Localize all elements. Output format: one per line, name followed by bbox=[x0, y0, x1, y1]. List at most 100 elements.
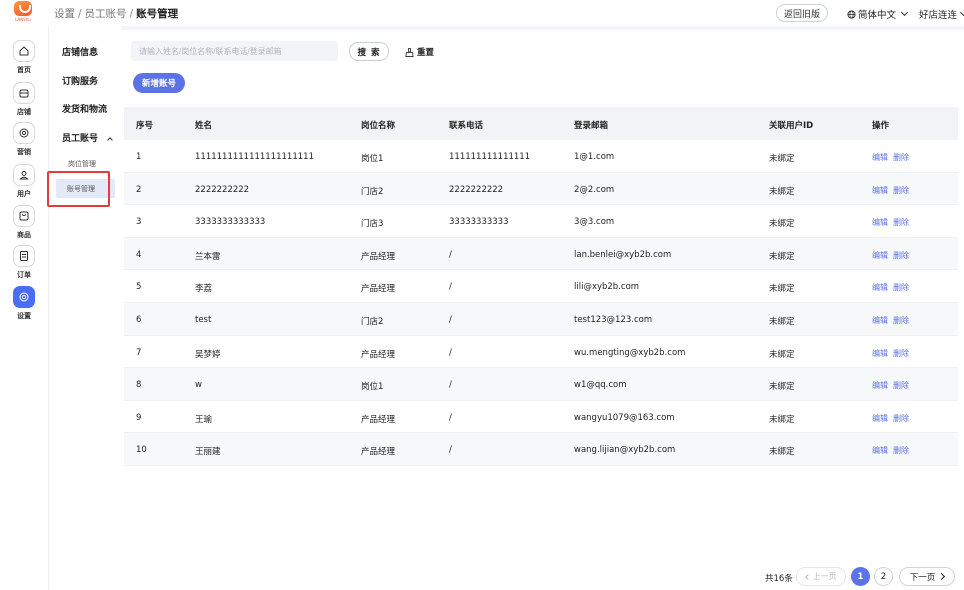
edit-link[interactable]: 编辑 bbox=[872, 446, 888, 455]
delete-link[interactable]: 删除 bbox=[893, 349, 909, 358]
edit-link[interactable]: 编辑 bbox=[872, 153, 888, 162]
menu-position-mgmt[interactable]: 岗位管理 bbox=[68, 159, 96, 169]
breadcrumb: 设置 / 员工账号 / 账号管理 bbox=[54, 6, 178, 21]
cell-user-id: 未绑定 bbox=[769, 349, 795, 360]
pagination-prev-label: 上一页 bbox=[812, 572, 837, 581]
reset-label: 重置 bbox=[417, 48, 435, 58]
cell-phone: 33333333333 bbox=[449, 217, 509, 228]
cell-user-id: 未绑定 bbox=[769, 154, 795, 164]
cell-name: test bbox=[195, 314, 212, 325]
edit-link[interactable]: 编辑 bbox=[872, 218, 888, 227]
language-selector[interactable]: 简体中文 bbox=[847, 7, 909, 21]
edit-link[interactable]: 编辑 bbox=[872, 251, 888, 260]
table-header: 序号 姓名 岗位名称 联系电话 登录邮箱 关联用户ID 操作 bbox=[124, 107, 958, 140]
edit-link[interactable]: 编辑 bbox=[872, 186, 888, 195]
header-email: 登录邮箱 bbox=[574, 121, 609, 131]
add-account-button[interactable]: 新增账号 bbox=[133, 73, 185, 93]
cell-phone: / bbox=[449, 445, 452, 456]
menu-shipping[interactable]: 发货和物流 bbox=[62, 102, 107, 115]
globe-icon bbox=[847, 9, 856, 19]
order-icon bbox=[13, 245, 35, 267]
nav-marketing[interactable]: 营销 bbox=[0, 122, 48, 157]
cell-actions: 编辑 删除 bbox=[872, 315, 914, 326]
table-row: 1 1111111111111111111111 岗位1 11111111111111… bbox=[124, 140, 958, 173]
cell-position: 产品经理 bbox=[361, 447, 396, 458]
edit-link[interactable]: 编辑 bbox=[872, 414, 888, 423]
delete-link[interactable]: 删除 bbox=[893, 381, 909, 390]
cell-email: 1@1.com bbox=[574, 152, 615, 162]
header-position: 岗位名称 bbox=[361, 121, 396, 131]
pagination-page-2[interactable]: 2 bbox=[874, 567, 893, 586]
header-user-id: 关联用户ID bbox=[769, 121, 814, 131]
edit-link[interactable]: 编辑 bbox=[872, 381, 888, 390]
app-logo[interactable]: LANShu bbox=[8, 1, 38, 24]
cell-user-id: 未绑定 bbox=[769, 447, 795, 458]
cell-user-id: 未绑定 bbox=[769, 414, 795, 425]
cell-position: 产品经理 bbox=[361, 414, 396, 425]
settings-submenu: 店铺信息 订购服务 发货和物流 员工账号 岗位管理 bbox=[48, 26, 122, 590]
menu-store-info[interactable]: 店铺信息 bbox=[62, 45, 98, 58]
delete-link[interactable]: 删除 bbox=[893, 446, 909, 455]
nav-user[interactable]: 用户 bbox=[0, 164, 48, 199]
header-phone: 联系电话 bbox=[449, 121, 484, 131]
pagination-next-label: 下一页 bbox=[909, 572, 936, 583]
cell-name: 2222222222 bbox=[195, 184, 250, 195]
marketing-icon bbox=[13, 122, 35, 144]
breadcrumb-settings[interactable]: 设置 bbox=[54, 8, 75, 20]
header-name: 姓名 bbox=[195, 121, 213, 131]
menu-staff-account[interactable]: 员工账号 bbox=[62, 131, 113, 144]
delete-link[interactable]: 删除 bbox=[893, 153, 909, 162]
breadcrumb-current: 账号管理 bbox=[136, 8, 179, 20]
store-selector[interactable]: 好店连连 bbox=[919, 7, 964, 21]
cell-actions: 编辑 删除 bbox=[872, 445, 914, 456]
table-row: 4 兰本雷 产品经理 / lan.benlei@xyb2b.com 未绑定 编辑 删除 bbox=[124, 237, 958, 271]
cell-name: 王瑜 bbox=[195, 414, 213, 425]
search-input[interactable] bbox=[131, 41, 338, 61]
edit-link[interactable]: 编辑 bbox=[872, 349, 888, 358]
cell-actions: 编辑 删除 bbox=[872, 413, 914, 424]
chevron-up-icon bbox=[107, 137, 113, 143]
chevron-down-icon bbox=[959, 8, 964, 17]
cell-index: 9 bbox=[136, 412, 142, 423]
pagination-prev-button[interactable]: 上一页 bbox=[796, 567, 846, 586]
store-name: 好店连连 bbox=[919, 10, 958, 21]
nav-goods-label: 商品 bbox=[17, 231, 31, 239]
search-button[interactable]: 搜 索 bbox=[349, 42, 389, 61]
pagination-next-button[interactable]: 下一页 bbox=[899, 567, 955, 586]
nav-goods[interactable]: 商品 bbox=[0, 205, 48, 240]
cell-email: wang.lijian@xyb2b.com bbox=[574, 445, 676, 456]
cell-email: lan.benlei@xyb2b.com bbox=[574, 249, 672, 260]
nav-user-label: 用户 bbox=[17, 190, 31, 198]
edit-link[interactable]: 编辑 bbox=[872, 316, 888, 325]
nav-settings-label: 设置 bbox=[17, 312, 31, 320]
cell-name: 李荔 bbox=[195, 284, 213, 295]
delete-link[interactable]: 删除 bbox=[893, 186, 909, 195]
cell-actions: 编辑 删除 bbox=[872, 185, 914, 196]
delete-link[interactable]: 删除 bbox=[893, 283, 909, 292]
edit-link[interactable]: 编辑 bbox=[872, 283, 888, 292]
pagination-page-1[interactable]: 1 bbox=[851, 567, 870, 586]
nav-store[interactable]: 店铺 bbox=[0, 82, 48, 117]
reset-button[interactable]: 重置 bbox=[405, 46, 434, 58]
breadcrumb-staff[interactable]: 员工账号 bbox=[85, 8, 127, 20]
menu-subscription[interactable]: 订购服务 bbox=[62, 74, 98, 87]
table-row: 9 王瑜 产品经理 / wangyu1079@163.com 未绑定 编辑 删除 bbox=[124, 401, 958, 434]
accounts-table: 序号 姓名 岗位名称 联系电话 登录邮箱 关联用户ID 操作 1 11111111… bbox=[124, 107, 958, 466]
cell-email: lili@xyb2b.com bbox=[574, 282, 640, 293]
nav-settings[interactable]: 设置 bbox=[0, 286, 48, 321]
table-row: 6 test 门店2 / test123@123.com 未绑定 编辑 删除 bbox=[124, 302, 958, 336]
cell-index: 4 bbox=[136, 249, 142, 260]
store-icon bbox=[13, 82, 35, 104]
cell-actions: 编辑 删除 bbox=[872, 348, 914, 359]
nav-home[interactable]: 首页 bbox=[0, 40, 48, 75]
cell-email: wu.mengting@xyb2b.com bbox=[574, 347, 686, 358]
delete-link[interactable]: 删除 bbox=[893, 251, 909, 260]
cell-phone: / bbox=[449, 282, 452, 293]
cell-email: test123@123.com bbox=[574, 314, 653, 325]
delete-link[interactable]: 删除 bbox=[893, 218, 909, 227]
delete-link[interactable]: 删除 bbox=[893, 316, 909, 325]
return-old-version-button[interactable]: 返回旧版 bbox=[776, 4, 828, 22]
cell-position: 岗位1 bbox=[361, 154, 384, 164]
delete-link[interactable]: 删除 bbox=[893, 414, 909, 423]
nav-order[interactable]: 订单 bbox=[0, 245, 48, 280]
